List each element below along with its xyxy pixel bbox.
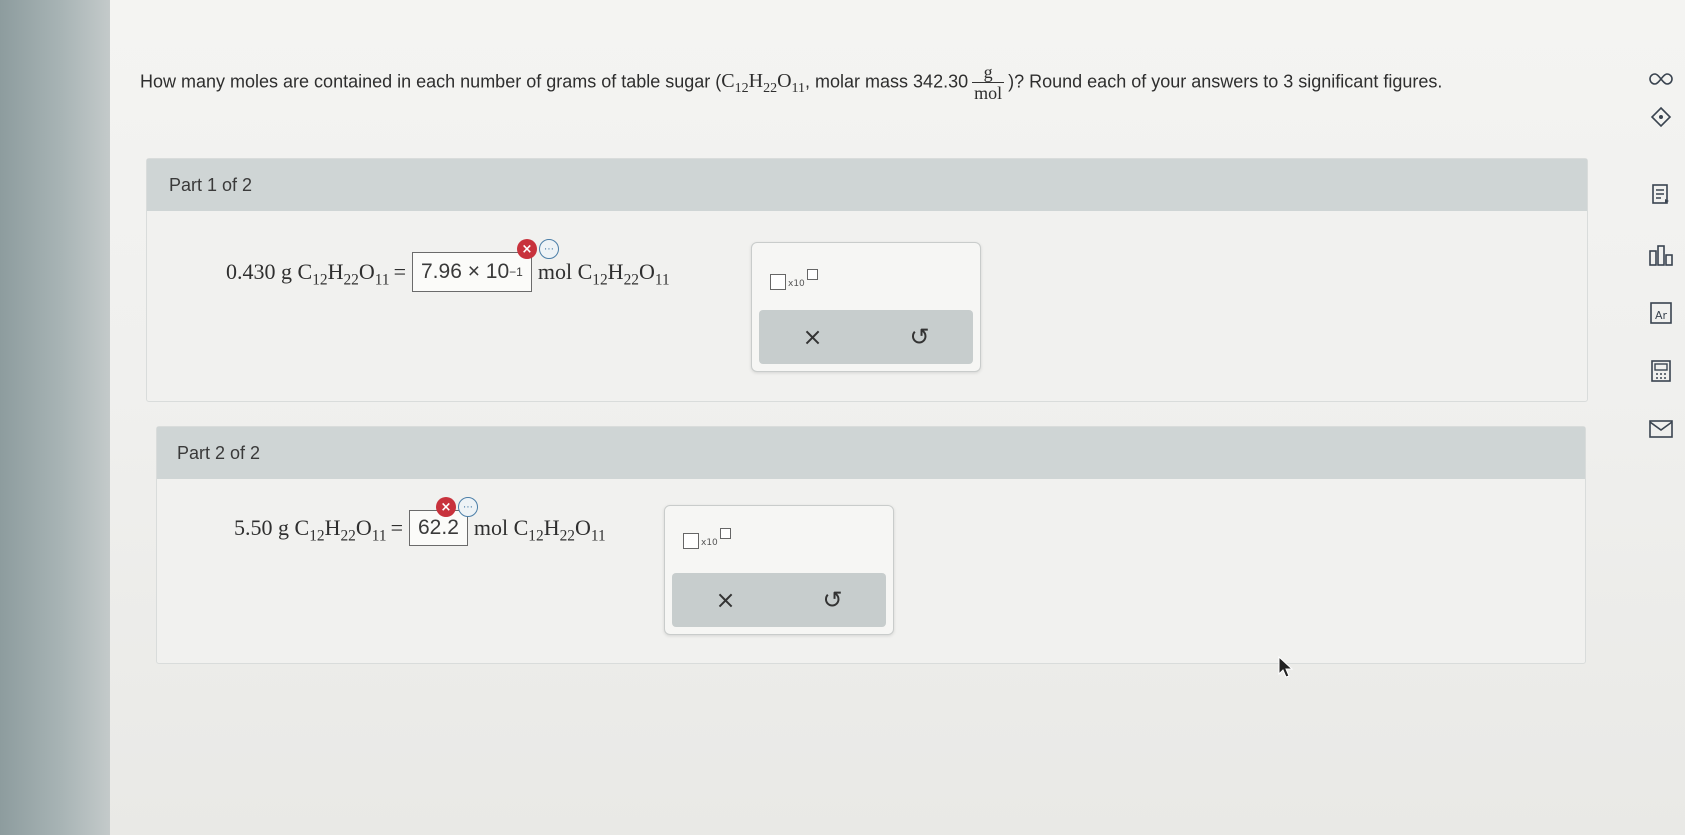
clear-button[interactable]: × (715, 586, 735, 614)
background-strip (0, 0, 112, 835)
part-1-answer-exponent: −1 (509, 265, 523, 279)
molar-mass-unit: g mol (972, 62, 1005, 103)
question-suffix: )? Round each of your answers to 3 signi… (1008, 71, 1443, 92)
part-2-header: Part 2 of 2 (157, 427, 1585, 479)
info-icon[interactable]: ⋯ (458, 497, 478, 517)
part-2-formula: C12H22O11 (294, 515, 387, 545)
mail-icon[interactable] (1648, 416, 1674, 442)
info-icon[interactable]: ⋯ (539, 239, 559, 259)
x10-button[interactable]: x10 (683, 528, 731, 549)
part-1-formula: C12H22O11 (297, 259, 390, 289)
part-2-answer-input[interactable]: 62.2 × ⋯ (409, 497, 478, 546)
part-1-equation: 0.430 g C12H22O11 = 7.96 × 10 −1 × ⋯ mol … (226, 239, 670, 292)
part-2-result-formula: C12H22O11 (513, 515, 606, 545)
error-icon: × (517, 239, 537, 259)
mouse-cursor-icon (1278, 655, 1294, 683)
part-1-header: Part 1 of 2 (147, 159, 1587, 211)
part-2-equation: 5.50 g C12H22O11 = 62.2 × ⋯ mol C12H22O1… (234, 497, 606, 546)
infinity-icon[interactable] (1648, 66, 1674, 92)
periodic-table-icon[interactable]: Ar (1648, 300, 1674, 326)
undo-button[interactable]: ↺ (822, 586, 842, 614)
undo-button[interactable]: ↺ (909, 323, 929, 351)
question-text: How many moles are contained in each num… (140, 62, 1570, 103)
part-1-answer-input[interactable]: 7.96 × 10 −1 × ⋯ (412, 239, 559, 292)
svg-text:Ar: Ar (1655, 309, 1668, 322)
part-1-tool-panel: x10 × ↺ (751, 242, 981, 372)
clear-button[interactable]: × (802, 323, 822, 351)
tag-icon[interactable] (1648, 104, 1674, 130)
notes-icon[interactable] (1648, 182, 1674, 208)
error-icon: × (436, 497, 456, 517)
part-2-action-bar: × ↺ (672, 573, 886, 627)
part-1-result-formula: C12H22O11 (577, 259, 670, 289)
part-2-tool-panel: x10 × ↺ (664, 505, 894, 635)
part-1-action-bar: × ↺ (759, 310, 973, 364)
screen (110, 0, 1685, 835)
question-formula: C12H22O11 (721, 70, 806, 97)
question-mid: , molar mass 342.30 (805, 71, 969, 92)
question-prefix: How many moles are contained in each num… (140, 71, 722, 92)
x10-button[interactable]: x10 (770, 269, 818, 290)
chart-icon[interactable] (1648, 242, 1674, 268)
calculator-icon[interactable] (1648, 358, 1674, 384)
